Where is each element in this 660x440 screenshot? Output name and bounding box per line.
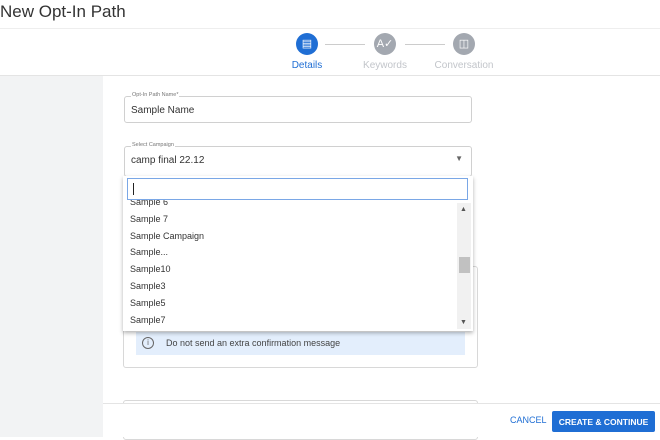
scrollbar-thumb[interactable] [459,257,470,273]
scroll-down-icon[interactable]: ▼ [460,319,467,326]
field-value: camp final 22.12 [131,155,205,166]
create-continue-button[interactable]: CREATE & CONTINUE [552,411,655,432]
list-item[interactable]: Sample 7 [123,211,457,228]
list-item[interactable]: Sample10 [123,261,457,278]
step-conversation[interactable]: ◫ Conversation [424,33,504,71]
list-item[interactable]: Sample3 [123,278,457,295]
campaign-options-list: Sample 6 Sample 7 Sample Campaign Sample… [123,176,473,331]
scroll-up-icon[interactable]: ▲ [460,206,467,213]
field-value: Sample Name [131,105,195,116]
step-details[interactable]: ▤ Details [267,33,347,71]
info-banner: i Do not send an extra confirmation mess… [136,332,465,355]
chevron-down-icon[interactable]: ▼ [455,154,463,163]
field-label: Select Campaign [131,142,175,148]
opt-in-path-name-field[interactable]: Opt-In Path Name* Sample Name [124,92,472,123]
footer: CANCEL CREATE & CONTINUE [103,403,660,437]
campaign-search-input[interactable] [127,178,468,200]
text-cursor [133,183,134,195]
list-item[interactable]: Sample5 [123,295,457,312]
page-title: New Opt-In Path [0,2,126,21]
select-campaign-dropdown[interactable]: Select Campaign camp final 22.12 ▼ [124,142,472,177]
step-label: Conversation [434,60,494,71]
list-item[interactable]: Sample... [123,244,457,261]
list-icon: ▤ [296,33,318,55]
cancel-button[interactable]: CANCEL [510,415,547,425]
options: Sample 6 Sample 7 Sample Campaign Sample… [123,196,457,328]
step-label: Details [291,60,323,71]
list-item[interactable]: Sample Campaign [123,228,457,245]
spellcheck-icon: A✓ [374,33,396,55]
info-icon: i [142,337,154,349]
left-panel [0,76,103,437]
scrollbar[interactable]: ▲ ▼ [457,203,471,329]
info-text: Do not send an extra confirmation messag… [166,338,341,348]
step-keywords[interactable]: A✓ Keywords [345,33,425,71]
stepper: ▤ Details A✓ Keywords ◫ Conversation [0,28,660,76]
list-item[interactable]: Sample7 [123,312,457,329]
chat-icon: ◫ [453,33,475,55]
step-label: Keywords [363,60,407,71]
field-label: Opt-In Path Name* [131,92,180,98]
